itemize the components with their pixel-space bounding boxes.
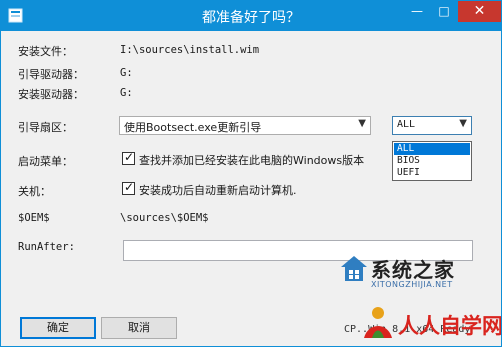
watermark-logo-text: 人人自学网: [398, 314, 502, 338]
boot-menu-checkbox[interactable]: ✓: [122, 150, 135, 165]
chevron-down-icon: ▼: [358, 118, 366, 129]
ok-button[interactable]: 确定: [20, 317, 96, 339]
dropdown-option-all[interactable]: ALL: [394, 143, 470, 155]
firmware-dropdown-list: ALL BIOS UEFI: [392, 141, 472, 181]
watermark-site-url: XITONGZHIJIA.NET: [371, 280, 453, 289]
boot-drive-label: 引导驱动器：: [18, 68, 84, 81]
install-file-label: 安装文件：: [18, 45, 73, 58]
boot-sector-selected-value: 使用Bootsect.exe更新引导: [124, 121, 262, 134]
minimize-button[interactable]: —: [404, 1, 430, 22]
dropdown-option-bios[interactable]: BIOS: [394, 155, 470, 167]
watermark-xitongzhijia: 系统之家 XITONGZHIJIA.NET: [339, 252, 499, 292]
watermark-site-name: 系统之家: [371, 258, 455, 282]
cancel-button[interactable]: 取消: [101, 317, 177, 339]
boot-menu-label: 启动菜单：: [18, 155, 73, 168]
oem-value: \sources\$OEM$: [120, 212, 209, 224]
install-file-value: I:\sources\install.wim: [120, 44, 260, 56]
dropdown-option-uefi[interactable]: UEFI: [394, 167, 470, 179]
checkmark-icon: ✓: [124, 180, 135, 194]
watermark-renrenzixue: 人人自学网: [358, 304, 502, 344]
oem-label: $OEM$: [18, 212, 50, 224]
shutdown-label: 关机：: [18, 185, 51, 198]
people-logo-icon: [364, 307, 392, 338]
checkmark-icon: ✓: [124, 150, 135, 164]
chevron-down-icon: ▼: [459, 118, 467, 129]
firmware-select[interactable]: ALL ▼: [392, 116, 472, 135]
firmware-selected-value: ALL: [397, 119, 416, 130]
install-drive-value: G:: [120, 87, 133, 99]
maximize-button[interactable]: □: [431, 1, 457, 22]
house-logo-icon: [341, 256, 367, 281]
dialog-content: 安装文件： I:\sources\install.wim 引导驱动器： G: 安…: [8, 31, 494, 339]
shutdown-checkbox[interactable]: ✓: [122, 180, 135, 195]
boot-drive-value: G:: [120, 67, 133, 79]
install-drive-label: 安装驱动器：: [18, 88, 84, 101]
title-bar[interactable]: 都准备好了吗？ — □ ✕: [1, 1, 501, 31]
shutdown-checkbox-label[interactable]: 安装成功后自动重新启动计算机.: [139, 182, 297, 198]
boot-menu-checkbox-label[interactable]: 查找并添加已经安装在此电脑的Windows版本: [139, 152, 364, 168]
runafter-label: RunAfter:: [18, 241, 75, 253]
setup-window: 都准备好了吗？ — □ ✕ 安装文件： I:\sources\install.w…: [0, 0, 502, 347]
boot-sector-select[interactable]: 使用Bootsect.exe更新引导 ▼: [119, 116, 371, 135]
close-button[interactable]: ✕: [458, 1, 501, 22]
boot-sector-label: 引导扇区：: [18, 121, 73, 134]
